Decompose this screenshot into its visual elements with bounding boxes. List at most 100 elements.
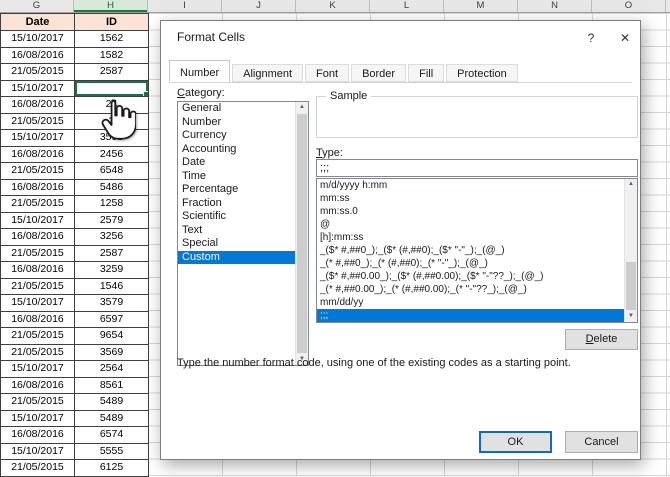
date-cell[interactable]: 16/08/2016 <box>1 229 75 246</box>
scroll-thumb[interactable] <box>626 262 636 310</box>
format-code-item[interactable]: @ <box>317 218 637 231</box>
id-cell[interactable]: 9654 <box>75 328 149 345</box>
id-cell[interactable]: 2564 <box>75 361 149 378</box>
date-cell[interactable]: 16/08/2016 <box>1 378 75 395</box>
id-cell[interactable] <box>75 81 149 98</box>
format-code-item[interactable]: [h]:mm:ss <box>317 231 637 244</box>
category-item-date[interactable]: Date <box>178 156 308 170</box>
date-cell[interactable]: 16/08/2016 <box>1 312 75 329</box>
column-header-j[interactable]: J <box>222 0 296 12</box>
date-cell[interactable]: 15/10/2017 <box>1 295 75 312</box>
format-code-item[interactable]: _(* #,##0_);_(* (#,##0);_(* "-"_);_(@_) <box>317 257 637 270</box>
id-cell[interactable]: 6597 <box>75 312 149 329</box>
id-cell[interactable]: 3569 <box>75 345 149 362</box>
category-item-custom[interactable]: Custom <box>178 251 308 265</box>
category-item-general[interactable]: General <box>178 102 308 116</box>
tab-fill[interactable]: Fill <box>408 64 444 82</box>
date-cell[interactable]: 15/10/2017 <box>1 411 75 428</box>
date-cell[interactable]: 21/05/2015 <box>1 196 75 213</box>
format-code-item[interactable]: _($* #,##0_);_($* (#,##0);_($* "-"_);_(@… <box>317 244 637 257</box>
column-header-k[interactable]: K <box>296 0 370 12</box>
date-cell[interactable]: 16/08/2016 <box>1 97 75 114</box>
format-scrollbar[interactable]: ▲ ▼ <box>624 179 637 322</box>
id-cell[interactable]: 6548 <box>75 163 149 180</box>
scroll-down-icon[interactable]: ▼ <box>625 311 637 322</box>
id-cell[interactable]: 1582 <box>75 48 149 65</box>
id-cell[interactable]: 2579 <box>75 213 149 230</box>
category-item-time[interactable]: Time <box>178 170 308 184</box>
id-cell[interactable]: 3256 <box>75 229 149 246</box>
format-code-item[interactable]: mm:ss <box>317 192 637 205</box>
date-cell[interactable]: 21/05/2015 <box>1 460 75 477</box>
date-cell[interactable]: 16/08/2016 <box>1 180 75 197</box>
date-cell[interactable]: 15/10/2017 <box>1 81 75 98</box>
id-cell[interactable]: 3579 <box>75 295 149 312</box>
column-header-m[interactable]: M <box>444 0 518 12</box>
id-cell[interactable]: 2456 <box>75 147 149 164</box>
format-code-item[interactable]: ;;; <box>317 309 637 322</box>
tab-alignment[interactable]: Alignment <box>232 64 303 82</box>
tab-number[interactable]: Number <box>169 60 230 82</box>
date-cell[interactable]: 16/08/2016 <box>1 147 75 164</box>
category-item-text[interactable]: Text <box>178 224 308 238</box>
column-header-l[interactable]: L <box>370 0 444 12</box>
format-code-item[interactable]: _(* #,##0.00_);_(* (#,##0.00);_(* "-"??_… <box>317 283 637 296</box>
format-code-item[interactable]: mm:ss.0 <box>317 205 637 218</box>
date-cell[interactable]: 15/10/2017 <box>1 213 75 230</box>
category-item-percentage[interactable]: Percentage <box>178 183 308 197</box>
id-cell[interactable]: 2587 <box>75 64 149 81</box>
id-cell[interactable]: 1562 <box>75 31 149 48</box>
id-cell[interactable]: 5486 <box>75 180 149 197</box>
delete-button[interactable]: Delete <box>565 329 638 350</box>
format-code-item[interactable]: m/d/yyyy h:mm <box>317 179 637 192</box>
category-item-accounting[interactable]: Accounting <box>178 143 308 157</box>
column-header-i[interactable]: I <box>148 0 222 12</box>
date-cell[interactable]: 21/05/2015 <box>1 163 75 180</box>
scroll-thumb[interactable] <box>297 114 307 353</box>
date-cell[interactable]: 21/05/2015 <box>1 64 75 81</box>
tab-border[interactable]: Border <box>351 64 406 82</box>
date-cell[interactable]: 21/05/2015 <box>1 345 75 362</box>
id-cell[interactable]: 6574 <box>75 427 149 444</box>
help-icon[interactable]: ? <box>582 29 600 47</box>
date-cell[interactable]: 16/08/2016 <box>1 48 75 65</box>
column-header-o[interactable]: O <box>592 0 666 12</box>
date-cell[interactable]: 21/05/2015 <box>1 394 75 411</box>
category-scrollbar[interactable]: ▲ ▼ <box>295 102 308 365</box>
category-item-fraction[interactable]: Fraction <box>178 197 308 211</box>
close-icon[interactable]: ✕ <box>614 29 636 47</box>
tab-font[interactable]: Font <box>305 64 349 82</box>
date-header-cell[interactable]: Date <box>1 13 75 31</box>
date-cell[interactable]: 21/05/2015 <box>1 328 75 345</box>
date-cell[interactable]: 21/05/2015 <box>1 246 75 263</box>
date-cell[interactable]: 15/10/2017 <box>1 130 75 147</box>
id-cell[interactable]: 3259 <box>75 262 149 279</box>
date-cell[interactable]: 21/05/2015 <box>1 279 75 296</box>
category-item-number[interactable]: Number <box>178 116 308 130</box>
id-cell[interactable]: 1546 <box>75 279 149 296</box>
id-cell[interactable]: 5489 <box>75 411 149 428</box>
date-cell[interactable]: 16/08/2016 <box>1 427 75 444</box>
date-cell[interactable]: 15/10/2017 <box>1 31 75 48</box>
format-code-item[interactable]: mm/dd/yy <box>317 296 637 309</box>
category-item-currency[interactable]: Currency <box>178 129 308 143</box>
cancel-button[interactable]: Cancel <box>565 431 638 453</box>
category-item-scientific[interactable]: Scientific <box>178 210 308 224</box>
tab-protection[interactable]: Protection <box>446 64 518 82</box>
column-header-g[interactable]: G <box>0 0 74 12</box>
scroll-up-icon[interactable]: ▲ <box>296 102 308 113</box>
format-code-item[interactable]: _($* #,##0.00_);_($* (#,##0.00);_($* "-"… <box>317 270 637 283</box>
date-cell[interactable]: 16/08/2016 <box>1 262 75 279</box>
date-cell[interactable]: 21/05/2015 <box>1 114 75 131</box>
id-cell[interactable]: 8561 <box>75 378 149 395</box>
id-cell[interactable]: 2587 <box>75 246 149 263</box>
id-cell[interactable]: 5489 <box>75 394 149 411</box>
id-header-cell[interactable]: ID <box>75 13 149 31</box>
column-header-n[interactable]: N <box>518 0 592 12</box>
category-item-special[interactable]: Special <box>178 237 308 251</box>
ok-button[interactable]: OK <box>479 431 552 453</box>
scroll-up-icon[interactable]: ▲ <box>625 179 637 190</box>
id-cell[interactable]: 6125 <box>75 460 149 477</box>
id-cell[interactable]: 5555 <box>75 444 149 461</box>
id-cell[interactable]: 1258 <box>75 196 149 213</box>
